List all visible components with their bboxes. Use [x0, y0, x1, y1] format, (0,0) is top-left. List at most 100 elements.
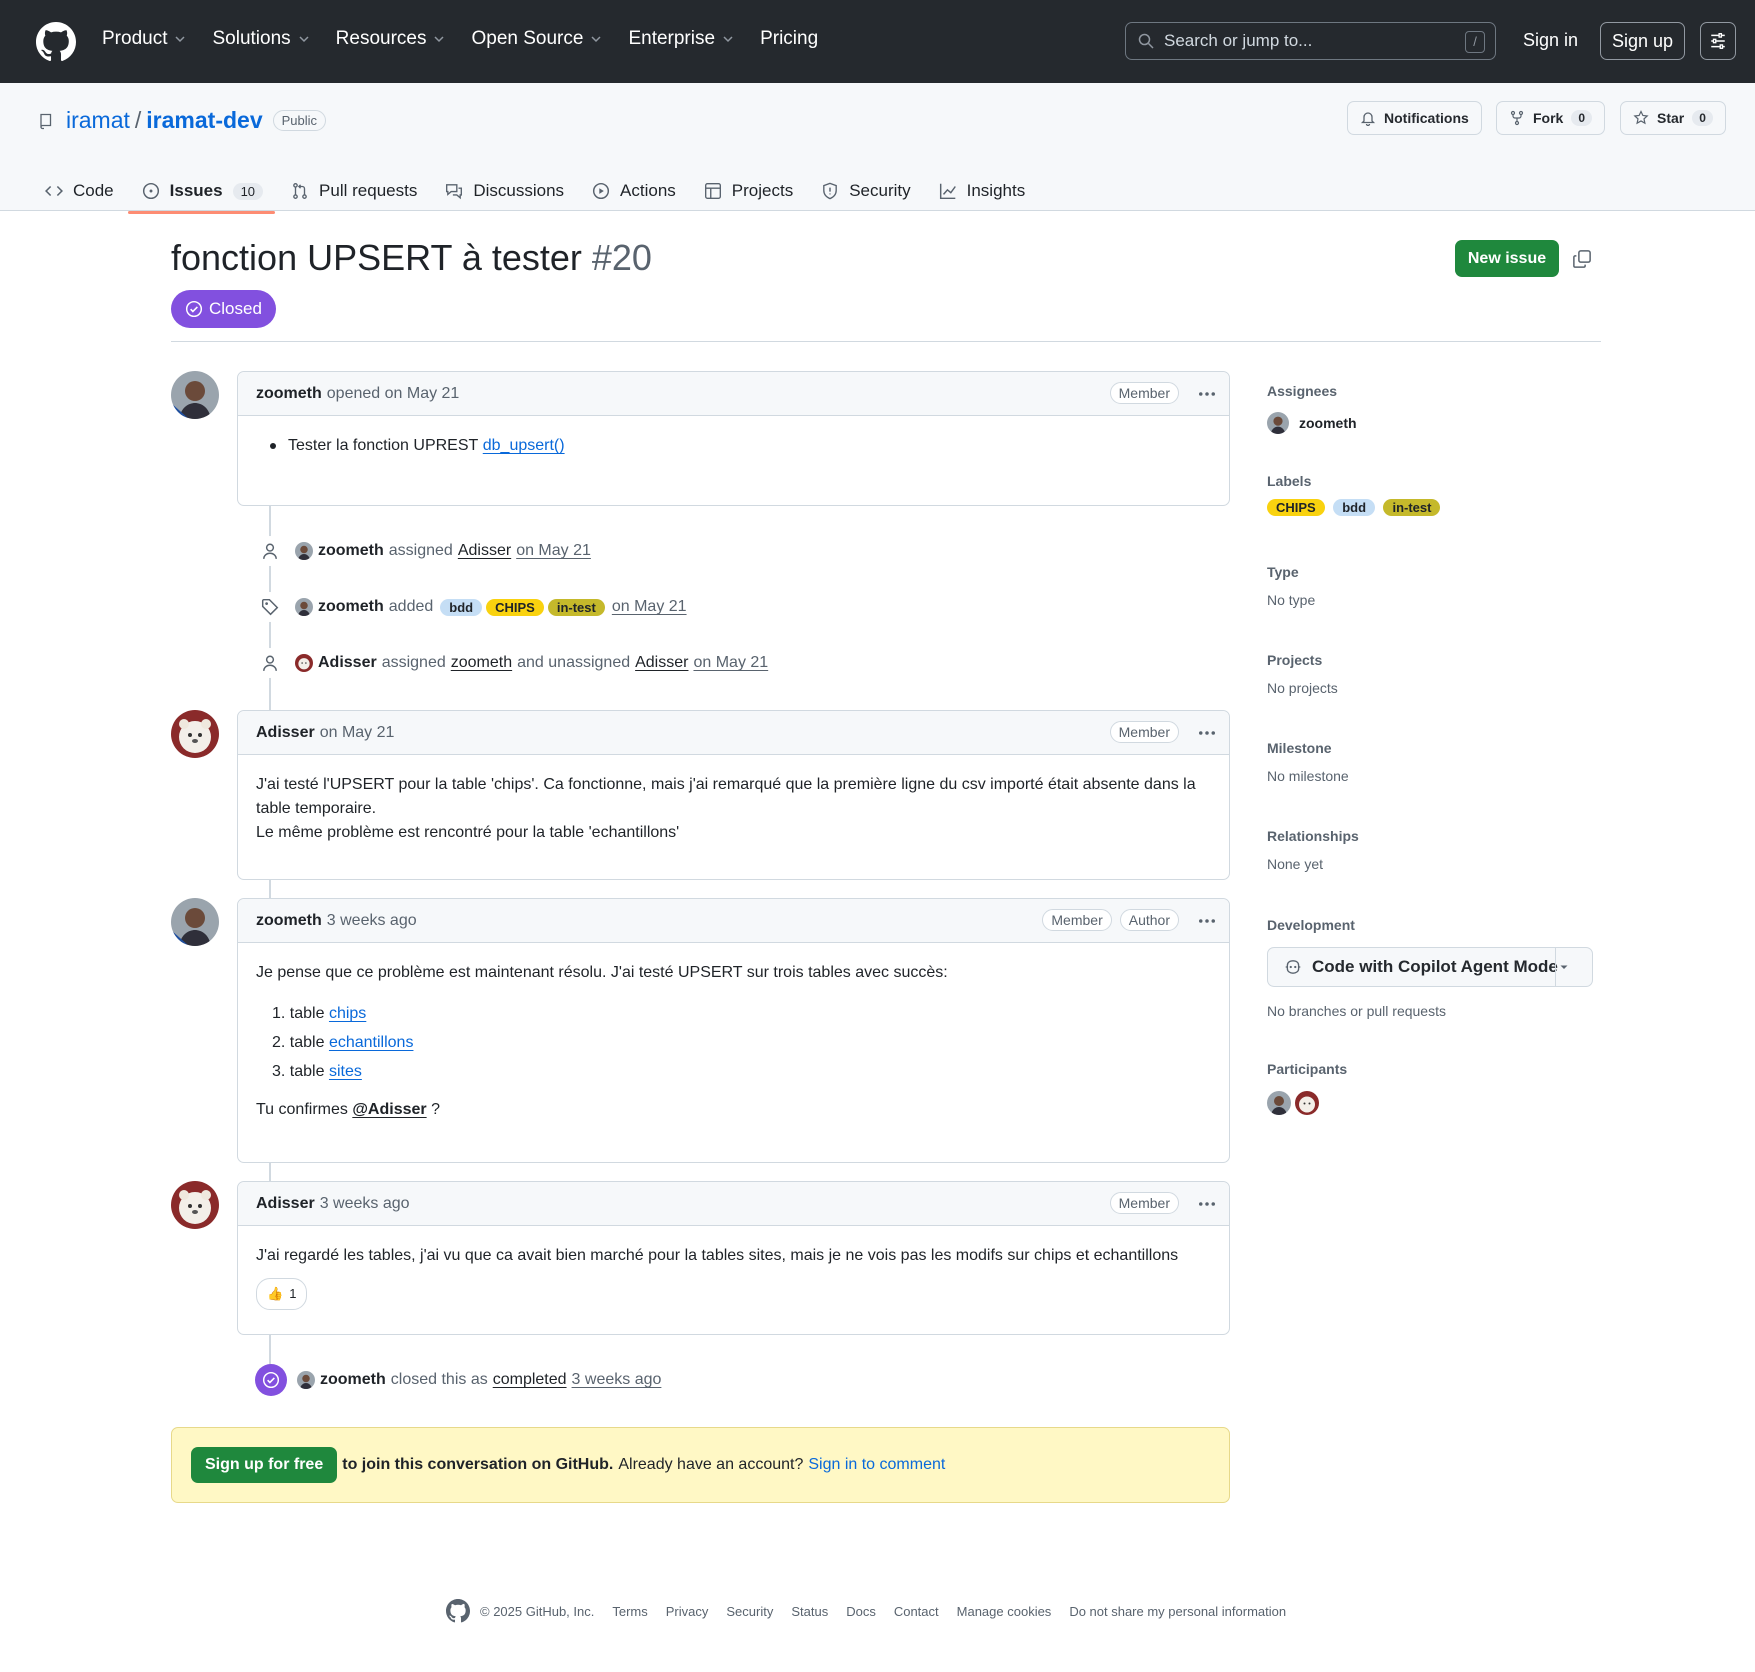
mini-avatar-image [297, 1371, 315, 1389]
sign-in-link[interactable]: Sign in [1523, 30, 1578, 51]
label-chips[interactable]: CHIPS [1267, 499, 1325, 516]
label-bdd[interactable]: bdd [1333, 499, 1376, 516]
event-date[interactable]: on May 21 [516, 542, 591, 560]
chips-link[interactable]: chips [329, 1005, 366, 1022]
comment-author[interactable]: zoometh [256, 385, 322, 403]
tab-projects[interactable]: Projects [704, 171, 793, 211]
mini-avatar-adisser[interactable] [295, 654, 313, 672]
avatar-adisser[interactable] [171, 1181, 219, 1229]
avatar-zoometh-image [171, 371, 219, 419]
event-date[interactable]: on May 21 [612, 598, 687, 616]
notifications-button[interactable]: Notifications [1347, 101, 1482, 135]
sign-up-free-button[interactable]: Sign up for free [191, 1447, 338, 1483]
event-actor[interactable]: zoometh [318, 598, 384, 616]
reaction-count: 1 [289, 1286, 297, 1301]
avatar-adisser[interactable] [171, 710, 219, 758]
event-target[interactable]: Adisser [458, 542, 511, 560]
comment-author[interactable]: Adisser [256, 724, 315, 742]
nav-solutions[interactable]: Solutions [212, 28, 309, 50]
repo-name-link[interactable]: iramat-dev [146, 107, 262, 134]
footer-link-status[interactable]: Status [791, 1604, 828, 1619]
appearance-settings-button[interactable] [1700, 22, 1736, 60]
tab-issues[interactable]: Issues 10 [127, 171, 276, 214]
tab-code[interactable]: Code [45, 171, 114, 211]
github-logo-icon[interactable] [446, 1599, 470, 1623]
nav-enterprise[interactable]: Enterprise [628, 28, 734, 50]
comment-author[interactable]: Adisser [256, 1195, 315, 1213]
tab-discussions[interactable]: Discussions [445, 171, 564, 211]
tab-pull-requests[interactable]: Pull requests [291, 171, 417, 211]
copy-link-icon[interactable] [1572, 249, 1592, 269]
participant-avatar-adisser[interactable] [1295, 1091, 1319, 1115]
footer-link-do-not-share[interactable]: Do not share my personal information [1069, 1604, 1286, 1619]
repo-owner-link[interactable]: iramat [66, 107, 130, 134]
assignee-item[interactable]: zoometh [1267, 412, 1601, 434]
assignee-avatar [1267, 412, 1289, 434]
repo-separator: / [134, 107, 142, 133]
event-actor[interactable]: zoometh [320, 1371, 386, 1389]
mini-avatar-image [295, 598, 313, 616]
tab-insights[interactable]: Insights [939, 171, 1025, 211]
footer-link-manage-cookies[interactable]: Manage cookies [957, 1604, 1052, 1619]
comment-body: J'ai testé l'UPSERT pour la table 'chips… [238, 755, 1229, 863]
mini-avatar-zoometh[interactable] [295, 542, 313, 560]
participant-list [1267, 1091, 1601, 1115]
footer-link-security[interactable]: Security [726, 1604, 773, 1619]
outro-suffix: ? [431, 1101, 440, 1118]
db-upsert-link[interactable]: db_upsert() [483, 434, 565, 458]
notifications-label: Notifications [1384, 110, 1469, 126]
copilot-agent-button[interactable]: Code with Copilot Agent Mode [1267, 947, 1593, 987]
footer-link-privacy[interactable]: Privacy [666, 1604, 709, 1619]
sign-up-button[interactable]: Sign up [1600, 22, 1685, 60]
event-target[interactable]: completed [493, 1371, 567, 1389]
check-circle-icon [262, 1371, 280, 1389]
sliders-icon [1711, 33, 1725, 49]
event-date[interactable]: on May 21 [693, 654, 768, 672]
check-circle-icon [185, 300, 203, 318]
mini-avatar-zoometh[interactable] [297, 1371, 315, 1389]
label-chips[interactable]: CHIPS [486, 598, 544, 616]
label-in-test[interactable]: in-test [1383, 499, 1441, 516]
kebab-horizontal-icon[interactable] [1197, 911, 1217, 931]
fork-button[interactable]: Fork 0 [1496, 101, 1606, 135]
footer-link-docs[interactable]: Docs [846, 1604, 876, 1619]
participant-avatar-zoometh[interactable] [1267, 1091, 1291, 1115]
label-in-test[interactable]: in-test [547, 598, 605, 616]
mention-adisser[interactable]: @Adisser [352, 1101, 426, 1118]
nav-pricing[interactable]: Pricing [760, 28, 818, 50]
label-bdd[interactable]: bdd [440, 598, 483, 616]
avatar-zoometh[interactable] [171, 371, 219, 419]
mini-avatar-zoometh[interactable] [295, 598, 313, 616]
header-divider [171, 341, 1601, 342]
copilot-button-label: Code with Copilot Agent Mode [1312, 957, 1558, 976]
event-actor[interactable]: Adisser [318, 654, 377, 672]
footer-link-terms[interactable]: Terms [612, 1604, 647, 1619]
comment-author[interactable]: zoometh [256, 912, 322, 930]
event-date[interactable]: 3 weeks ago [572, 1371, 662, 1389]
avatar-zoometh[interactable] [171, 898, 219, 946]
echantillons-link[interactable]: echantillons [329, 1034, 414, 1051]
nav-resources[interactable]: Resources [336, 28, 446, 50]
sites-link[interactable]: sites [329, 1063, 362, 1080]
nav-product[interactable]: Product [102, 28, 186, 50]
reaction-thumbs-up[interactable]: 👍 1 [256, 1278, 308, 1310]
kebab-horizontal-icon[interactable] [1197, 384, 1217, 404]
event-target[interactable]: zoometh [451, 654, 512, 672]
footer-link-contact[interactable]: Contact [894, 1604, 939, 1619]
sign-in-to-comment-link[interactable]: Sign in to comment [808, 1456, 945, 1474]
nav-open-source[interactable]: Open Source [471, 28, 602, 50]
tab-security[interactable]: Security [821, 171, 911, 211]
star-button[interactable]: Star 0 [1620, 101, 1726, 135]
event-target-2[interactable]: Adisser [635, 654, 688, 672]
triangle-down-icon[interactable] [1558, 961, 1570, 973]
new-issue-button[interactable]: New issue [1455, 240, 1559, 277]
event-icon [255, 592, 285, 622]
github-logo-icon[interactable] [36, 22, 76, 62]
tab-actions[interactable]: Actions [592, 171, 676, 211]
event-actor[interactable]: zoometh [318, 542, 384, 560]
bullet-text: Tester la fonction UPREST [288, 437, 479, 454]
kebab-horizontal-icon[interactable] [1197, 723, 1217, 743]
sidebar-type: Type No type [1267, 564, 1601, 608]
kebab-horizontal-icon[interactable] [1197, 1194, 1217, 1214]
search-input[interactable]: Search or jump to... / [1125, 22, 1496, 60]
